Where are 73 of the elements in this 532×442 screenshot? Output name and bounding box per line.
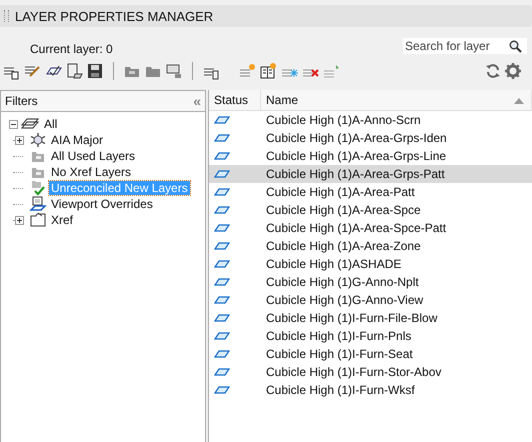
layer-row[interactable]: Cubicle High (1)ASHADE: [209, 255, 532, 273]
expand-toggle[interactable]: [9, 120, 18, 128]
layer-row[interactable]: Cubicle High (1)A-Anno-Scrn: [209, 111, 532, 129]
document-icon[interactable]: [65, 62, 83, 80]
monitor-icon[interactable]: [165, 62, 183, 80]
grip-handle[interactable]: [4, 10, 9, 22]
save-icon[interactable]: [86, 62, 104, 80]
layer-name: Cubicle High (1)I-Furn-Seat: [265, 347, 414, 361]
tree-item[interactable]: All: [42, 117, 60, 131]
layer-row[interactable]: Cubicle High (1)A-Area-Grps-Line: [209, 147, 532, 165]
layer-status-icon: [214, 188, 230, 196]
filters-title: Filters: [5, 94, 39, 108]
expand-toggle[interactable]: [15, 216, 24, 224]
search-field[interactable]: Search for layer: [403, 38, 527, 54]
folder-check-icon: [29, 180, 47, 196]
tree-item[interactable]: Viewport Overrides: [49, 197, 155, 211]
layer-name: Cubicle High (1)G-Anno-Nplt: [265, 275, 420, 289]
layer-name: Cubicle High (1)A-Anno-Scrn: [265, 113, 422, 127]
layer-row[interactable]: Cubicle High (1)G-Anno-View: [209, 291, 532, 309]
layer-name: Cubicle High (1)A-Area-Patt: [265, 185, 416, 199]
column-header[interactable]: Status: [209, 90, 261, 110]
expand-toggle[interactable]: [15, 136, 24, 144]
layer-row[interactable]: Cubicle High (1)A-Area-Patt: [209, 183, 532, 201]
layer-name: Cubicle High (1)I-Furn-Pnls: [265, 329, 412, 343]
layer-name: Cubicle High (1)ASHADE: [265, 257, 402, 271]
layer-status-icon: [214, 116, 230, 124]
layer-name: Cubicle High (1)I-Furn-File-Blow: [265, 311, 438, 325]
sort-arrow-icon[interactable]: [514, 98, 524, 104]
layer-name: Cubicle High (1)I-Furn-Stor-Abov: [265, 365, 442, 379]
layer-status-icon: [214, 296, 230, 304]
layer-status-icon: [214, 224, 230, 232]
search-icon[interactable]: [509, 40, 522, 52]
layer-name: Cubicle High (1)A-Area-Grps-Line: [265, 149, 448, 163]
refresh-icon[interactable]: [485, 63, 501, 79]
layer-status-icon: [214, 368, 230, 376]
layer-row[interactable]: Cubicle High (1)I-Furn-Stor-Abov: [209, 363, 532, 381]
layer-name: Cubicle High (1)A-Area-Grps-Patt: [265, 167, 446, 181]
layer-row[interactable]: Cubicle High (1)A-Area-Grps-Iden: [209, 129, 532, 147]
layer-status-icon: [214, 152, 230, 160]
settings-icon[interactable]: [504, 62, 522, 80]
layer-row[interactable]: Cubicle High (1)I-Furn-File-Blow: [209, 309, 532, 327]
layer-status-icon: [214, 206, 230, 214]
layer-name: Cubicle High (1)A-Area-Spce: [265, 203, 422, 217]
layer-row[interactable]: Cubicle High (1)I-Furn-Seat: [209, 345, 532, 363]
layer-row[interactable]: Cubicle High (1)I-Furn-Pnls: [209, 327, 532, 345]
tree-item[interactable]: Xref: [49, 213, 76, 227]
layer-name: Cubicle High (1)A-Area-Grps-Iden: [265, 131, 448, 145]
window-title: LAYER PROPERTIES MANAGER: [15, 8, 214, 24]
layer-status-icon: [214, 242, 230, 250]
layer-name: Cubicle High (1)A-Area-Spce-Patt: [265, 221, 448, 235]
tree-item[interactable]: AIA Major: [49, 133, 106, 147]
current-layer-label: Current layer: 0: [30, 41, 114, 56]
book-icon[interactable]: [259, 62, 277, 80]
layer-status-icon: [214, 386, 230, 394]
layer-name: Cubicle High (1)A-Area-Zone: [265, 239, 422, 253]
layer-row[interactable]: Cubicle High (1)G-Anno-Nplt: [209, 273, 532, 291]
layer-row[interactable]: Cubicle High (1)A-Area-Spce-Patt: [209, 219, 532, 237]
layer-status-icon: [214, 170, 230, 178]
layer-status-icon: [214, 134, 230, 142]
viewport-icon: [29, 196, 47, 212]
layer-row[interactable]: Cubicle High (1)A-Area-Spce: [209, 201, 532, 219]
layer-name: Cubicle High (1)I-Furn-Wksf: [265, 383, 416, 397]
layer-status-icon: [214, 332, 230, 340]
layer-row[interactable]: Cubicle High (1)A-Area-Zone: [209, 237, 532, 255]
layer-row[interactable]: Cubicle High (1)I-Furn-Wksf: [209, 381, 532, 399]
tree-item[interactable]: All Used Layers: [49, 149, 138, 163]
tree-item[interactable]: No Xref Layers: [49, 165, 134, 179]
layer-status-icon: [214, 278, 230, 286]
layer-row[interactable]: Cubicle High (1)A-Area-Grps-Patt: [209, 165, 532, 183]
layer-status-icon: [214, 314, 230, 322]
layer-status-icon: [214, 350, 230, 358]
layer-name: Cubicle High (1)G-Anno-View: [265, 293, 424, 307]
layer-status-icon: [214, 260, 230, 268]
